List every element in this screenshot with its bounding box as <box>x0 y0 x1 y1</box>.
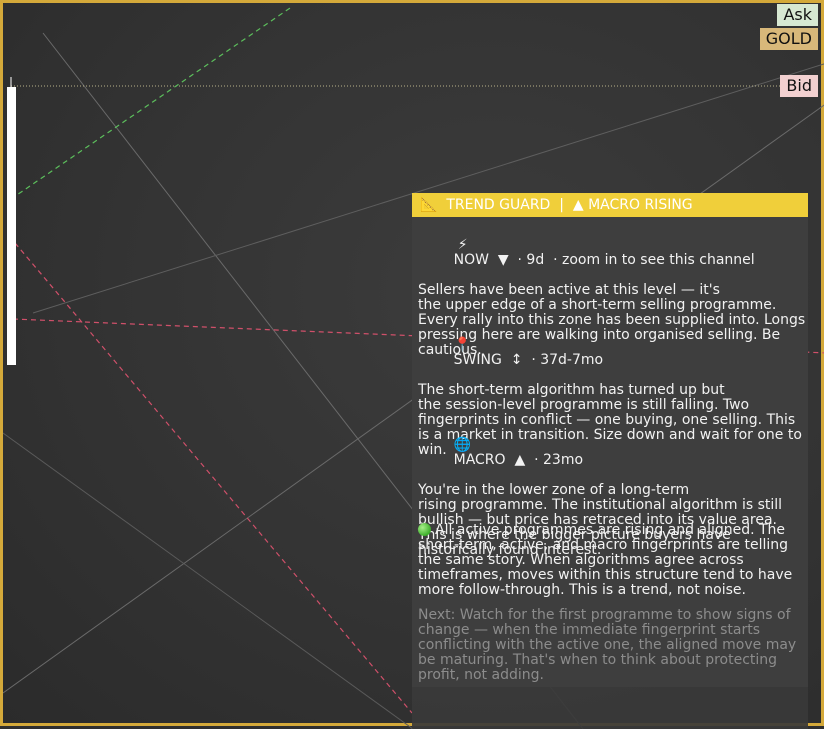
globe-icon: 🌐 <box>453 437 472 453</box>
pushpin-icon: 📍 <box>453 337 472 353</box>
resistance-channel-line-2 <box>14 242 413 714</box>
now-title: NOW ▼ · 9d · zoom in to see this channel <box>453 252 755 268</box>
aligned-section: All active programmes are rising and ali… <box>418 523 808 598</box>
symbol-tag: GOLD <box>759 28 818 50</box>
trend-guard-panel: 📐 TREND GUARD | ▲ MACRO RISING ⚡ NOW ▼ ·… <box>412 193 808 729</box>
macro-title: MACRO ▲ · 23mo <box>453 452 584 468</box>
current-price-bar <box>7 87 16 365</box>
green-circle-icon <box>418 523 431 536</box>
swing-title: SWING ↕ · 37d-7mo <box>453 352 604 368</box>
chart-area[interactable]: Ask GOLD Bid 📐 TREND GUARD | ▲ MACRO RIS… <box>0 0 824 729</box>
panel-header: 📐 TREND GUARD | ▲ MACRO RISING <box>412 193 808 217</box>
ask-price-tag: Ask <box>777 4 818 26</box>
next-section: Next: Watch for the first programme to s… <box>418 608 808 683</box>
aligned-text: All active programmes are rising and ali… <box>418 522 793 598</box>
bid-price-tag: Bid <box>780 75 818 97</box>
support-channel-line <box>10 5 294 200</box>
trend-line-grey-4 <box>3 432 414 729</box>
lightning-icon: ⚡ <box>457 237 468 253</box>
next-text: Next: Watch for the first programme to s… <box>418 607 797 683</box>
